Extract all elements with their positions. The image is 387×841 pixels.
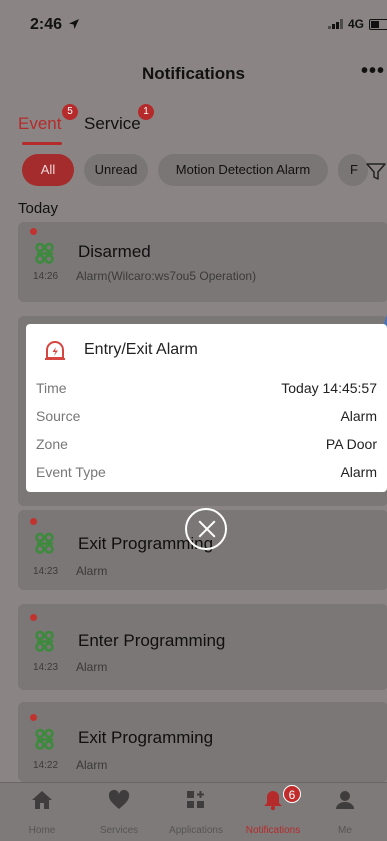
home-icon	[32, 791, 52, 809]
event-title: Enter Programming	[78, 631, 226, 650]
event-description: Alarm(Wilcaro:ws7ou5 Operation)	[76, 269, 257, 283]
signal-icon	[327, 19, 343, 29]
unread-dot	[30, 228, 37, 235]
nav-label: Home	[28, 825, 56, 836]
filter-chip-all[interactable]: All	[22, 154, 74, 186]
row-value: PA Door	[325, 436, 377, 452]
event-card[interactable]: Enter Programming 14:23 Alarm	[18, 604, 387, 690]
row-label: Time	[36, 380, 67, 396]
nav-label: Services	[99, 825, 139, 836]
row-value: Alarm	[340, 464, 377, 480]
event-service-tabs: Event 5 Service 1	[0, 100, 387, 146]
event-type-icon	[35, 532, 54, 554]
status-bar: 2:46 4G	[0, 0, 387, 44]
alarm-icon	[45, 341, 65, 360]
filter-chip-motion-detection[interactable]: Motion Detection Alarm	[158, 154, 328, 186]
event-time: 14:22	[33, 760, 59, 771]
event-title: Disarmed	[78, 242, 151, 261]
nav-item-me[interactable]: Me	[305, 789, 385, 836]
unread-dot	[30, 614, 37, 621]
row-value: Today 14:45:57	[281, 380, 377, 396]
dialog-close-icon[interactable]	[185, 508, 227, 550]
network-label: 4G	[347, 17, 364, 31]
filter-chip-more[interactable]: F	[338, 154, 368, 186]
row-value: Alarm	[340, 408, 377, 424]
event-type-icon	[35, 242, 54, 264]
row-label: Event Type	[36, 464, 106, 480]
apps-icon	[187, 791, 204, 808]
event-time: 14:26	[33, 271, 59, 282]
nav-item-applications[interactable]: Applications	[156, 789, 236, 836]
event-card[interactable]: Exit Programming 14:22 Alarm	[18, 702, 387, 782]
event-description: Alarm	[76, 660, 108, 674]
nav-item-home[interactable]: Home	[2, 789, 82, 836]
bottom-nav: Home Services Applications 6 Notificatio…	[0, 782, 387, 841]
row-label: Zone	[36, 436, 68, 452]
event-description: Alarm	[76, 564, 108, 578]
notifications-badge: 6	[283, 785, 301, 803]
tab-service-label: Service	[84, 114, 141, 133]
event-type-icon	[35, 630, 54, 652]
dialog-row-time: Time Today 14:45:57	[26, 380, 387, 400]
tab-event-badge: 5	[62, 104, 78, 120]
filter-chips: All Unread Motion Detection Alarm F	[0, 154, 387, 186]
dialog-row-zone: Zone PA Door	[26, 436, 387, 456]
location-arrow-icon	[69, 19, 80, 29]
active-tab-indicator	[22, 142, 62, 145]
event-description: Alarm	[76, 758, 108, 772]
event-title: Exit Programming	[78, 728, 214, 747]
tab-service-badge: 1	[138, 104, 154, 120]
event-time: 14:23	[33, 566, 59, 577]
battery-icon	[369, 18, 387, 30]
nav-label: Applications	[169, 825, 223, 836]
dialog-row-source: Source Alarm	[26, 408, 387, 428]
status-indicators: 4G	[327, 17, 387, 31]
event-time: 14:23	[33, 662, 59, 673]
section-label-today: Today	[18, 200, 59, 217]
page-title: Notifications	[142, 64, 245, 83]
event-card[interactable]: Disarmed 14:26 Alarm(Wilcaro:ws7ou5 Oper…	[18, 222, 387, 302]
nav-label: Notifications	[245, 825, 301, 836]
dialog-row-event-type: Event Type Alarm	[26, 464, 387, 484]
alarm-detail-dialog: Entry/Exit Alarm Time Today 14:45:57 Sou…	[26, 324, 387, 492]
tab-service[interactable]: Service 1	[84, 104, 154, 134]
nav-item-notifications[interactable]: 6 Notifications	[233, 785, 313, 836]
filter-chip-unread[interactable]: Unread	[84, 154, 148, 186]
bell-icon	[264, 791, 282, 811]
event-type-icon	[35, 728, 54, 750]
person-icon	[336, 791, 354, 809]
unread-dot	[30, 714, 37, 721]
filter-icon[interactable]	[365, 162, 387, 180]
more-options-icon[interactable]: •••	[361, 60, 385, 83]
nav-label: Me	[338, 825, 352, 836]
status-time: 2:46	[30, 16, 80, 34]
heart-icon	[108, 789, 130, 809]
unread-dot	[30, 518, 37, 525]
row-label: Source	[36, 408, 81, 424]
dialog-title: Entry/Exit Alarm	[84, 341, 198, 358]
tab-event[interactable]: Event 5	[18, 104, 78, 134]
tab-event-label: Event	[18, 114, 62, 133]
nav-item-services[interactable]: Services	[79, 789, 159, 836]
